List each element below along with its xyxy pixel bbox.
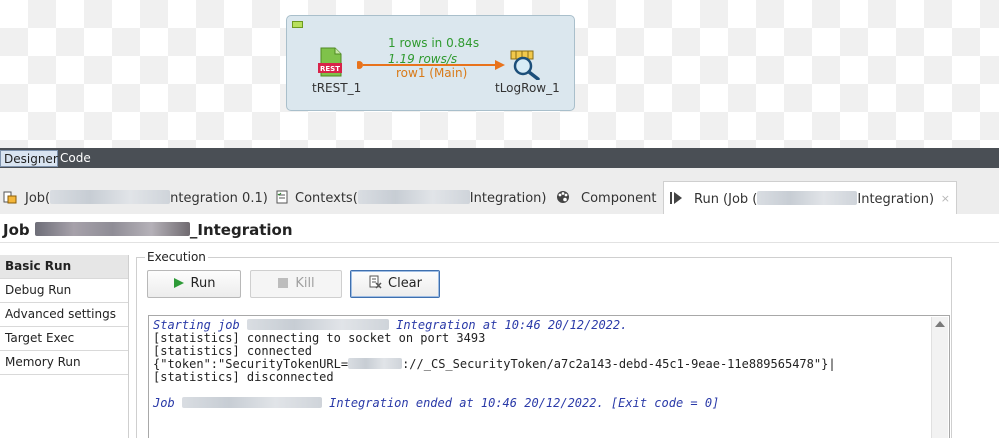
- subjob-collapse-handle[interactable]: [292, 21, 303, 28]
- redacted-console-job: [246, 319, 389, 330]
- stop-icon: [278, 278, 289, 288]
- tlogrow-component-label[interactable]: tLogRow_1: [495, 81, 560, 95]
- execution-label: Execution: [145, 250, 208, 264]
- redacted-run-name: [757, 191, 858, 205]
- redacted-console-end-job: [181, 397, 322, 408]
- console-scrollbar[interactable]: [931, 317, 948, 438]
- tab-job-prefix: Job(: [25, 191, 51, 206]
- console-start-prefix: Starting job: [153, 318, 240, 332]
- console-start-suffix: Integration at 10:46 20/12/2022.: [396, 318, 628, 332]
- nav-advanced-settings[interactable]: Advanced settings: [0, 303, 128, 327]
- tab-contexts-suffix: Integration): [469, 191, 547, 206]
- link-label[interactable]: row1 (Main): [396, 66, 467, 80]
- kill-button-label: Kill: [295, 276, 315, 291]
- tlogrow-component-icon[interactable]: [510, 50, 542, 80]
- clear-button[interactable]: Clear: [350, 270, 440, 298]
- trest-component-icon[interactable]: REST: [318, 47, 344, 77]
- run-panel-title: Job _Integration: [3, 221, 293, 239]
- editor-tab-bar: [0, 148, 999, 168]
- rate-stat-label: 1.19 rows/s: [388, 52, 458, 66]
- tab-code[interactable]: Code: [60, 150, 91, 167]
- designer-canvas[interactable]: REST tREST_1 1 rows in 0.84s 1.19 rows/s…: [0, 0, 999, 148]
- nav-debug-run[interactable]: Debug Run: [0, 279, 128, 303]
- console-end-prefix: Job: [153, 396, 175, 410]
- run-button-label: Run: [190, 276, 216, 291]
- tab-run-prefix: Run (Job (: [694, 192, 758, 207]
- tab-job[interactable]: Job( ntegration 0.1): [3, 189, 268, 214]
- scroll-up-icon[interactable]: [935, 321, 945, 327]
- console-token-suffix: ://_CS_SecurityToken/a7c2a143-debd-45c1-…: [402, 357, 836, 371]
- close-icon[interactable]: ×: [941, 192, 950, 205]
- run-title-prefix: Job: [3, 221, 30, 239]
- run-tab-icon: [670, 192, 682, 204]
- tab-run-suffix: Integration): [857, 192, 935, 207]
- clear-icon: [369, 275, 382, 289]
- clear-button-label: Clear: [388, 276, 422, 291]
- run-title-suffix: _Integration: [189, 221, 293, 239]
- run-mode-nav: Basic Run Debug Run Advanced settings Ta…: [0, 255, 129, 438]
- run-button[interactable]: Run: [147, 270, 241, 298]
- redacted-job-name: [50, 190, 171, 204]
- console-line-end: Job Integration ended at 10:46 20/12/202…: [153, 397, 719, 410]
- rest-badge-text: REST: [320, 65, 340, 73]
- tab-designer[interactable]: Designer: [0, 150, 58, 167]
- rows-stat-label: 1 rows in 0.84s: [388, 36, 480, 50]
- console-end-suffix: Integration ended at 10:46 20/12/2022. […: [329, 396, 720, 410]
- kill-button[interactable]: Kill: [250, 270, 342, 298]
- palette-icon: [557, 191, 569, 203]
- tab-job-suffix: ntegration 0.1): [170, 191, 268, 206]
- tab-run[interactable]: Run (Job ( Integration) ×: [663, 181, 957, 214]
- redacted-job-title: [34, 222, 190, 236]
- tab-component-label: Component: [581, 191, 657, 206]
- play-icon: [173, 278, 184, 288]
- nav-memory-run[interactable]: Memory Run: [0, 351, 128, 375]
- nav-target-exec[interactable]: Target Exec: [0, 327, 128, 351]
- trest-component-label[interactable]: tREST_1: [312, 81, 361, 95]
- tab-component[interactable]: Component: [556, 189, 656, 214]
- tab-contexts-prefix: Contexts(: [295, 191, 358, 206]
- tab-run-text: Run (Job ( Integration): [694, 191, 934, 207]
- run-panel-header: Job _Integration: [0, 214, 999, 243]
- subjob-box[interactable]: REST tREST_1 1 rows in 0.84s 1.19 rows/s…: [286, 15, 575, 111]
- console-output[interactable]: Starting job Integration at 10:46 20/12/…: [148, 315, 950, 438]
- job-icon: [3, 191, 17, 204]
- console-token-prefix: {"token":"SecurityTokenURL=: [153, 357, 349, 371]
- tab-contexts[interactable]: Contexts( Integration): [275, 189, 547, 214]
- nav-basic-run[interactable]: Basic Run: [0, 255, 128, 279]
- contexts-icon: [276, 190, 288, 204]
- redacted-token-host: [348, 358, 403, 369]
- redacted-context-name: [357, 190, 470, 204]
- console-line-disconnected: [statistics] disconnected: [153, 370, 334, 384]
